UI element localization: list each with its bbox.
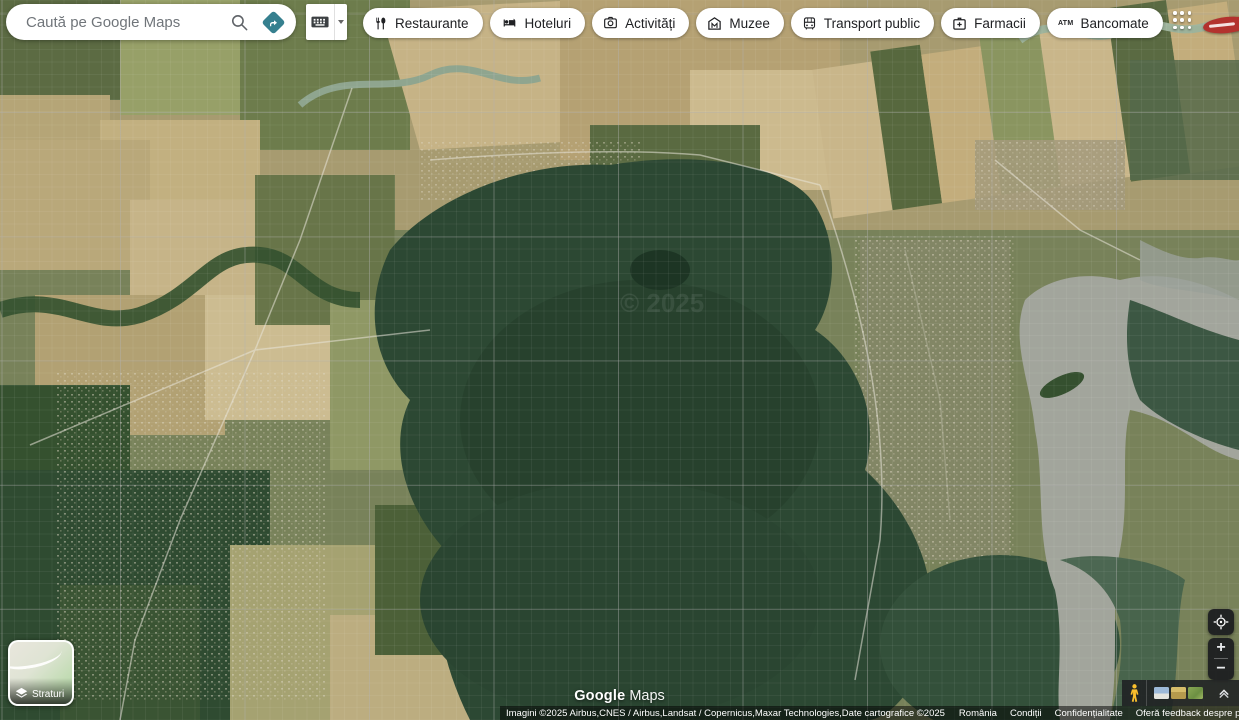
chevron-down-icon bbox=[338, 20, 344, 24]
strip-divider bbox=[1146, 680, 1147, 706]
chip-label: Restaurante bbox=[395, 16, 469, 31]
chip-hotels[interactable]: Hoteluri bbox=[490, 8, 586, 38]
bus-icon bbox=[802, 16, 817, 31]
imagery-thumbnail[interactable] bbox=[1154, 687, 1169, 699]
chip-transit[interactable]: Transport public bbox=[791, 8, 934, 38]
imagery-thumbnail[interactable] bbox=[1171, 687, 1186, 699]
pharmacy-kit-icon bbox=[952, 16, 967, 31]
imagery-strip bbox=[1122, 680, 1239, 706]
zoom-in-button[interactable]: + bbox=[1208, 638, 1234, 658]
chip-label: Activități bbox=[625, 16, 675, 31]
directions-button[interactable] bbox=[259, 8, 287, 36]
chip-pharmacies[interactable]: Farmacii bbox=[941, 8, 1040, 38]
layers-icon bbox=[15, 687, 28, 700]
category-chips: Restaurante Hoteluri Activități Muzee bbox=[363, 8, 1163, 38]
map-canvas[interactable]: © 2025 bbox=[0, 0, 1239, 720]
restaurant-icon bbox=[374, 16, 388, 31]
layers-label-bar: Straturi bbox=[10, 678, 72, 704]
chip-atms[interactable]: ATM Bancomate bbox=[1047, 8, 1163, 38]
keyboard-button[interactable] bbox=[306, 4, 334, 40]
link-terms[interactable]: Condiții bbox=[1010, 708, 1042, 719]
chip-label: Transport public bbox=[824, 16, 920, 31]
museum-icon bbox=[707, 16, 722, 31]
search-box bbox=[6, 4, 296, 40]
chip-restaurants[interactable]: Restaurante bbox=[363, 8, 483, 38]
search-input[interactable] bbox=[26, 14, 225, 31]
imagery-ghost-watermark: © 2025 bbox=[620, 288, 704, 318]
layers-button[interactable]: Straturi bbox=[8, 640, 74, 706]
chevron-up-icon bbox=[1218, 687, 1230, 699]
chip-museums[interactable]: Muzee bbox=[696, 8, 784, 38]
chip-label: Hoteluri bbox=[525, 16, 572, 31]
my-location-icon bbox=[1213, 614, 1229, 630]
zoom-out-button[interactable]: − bbox=[1208, 659, 1234, 679]
my-location-button[interactable] bbox=[1208, 609, 1234, 635]
collapse-button[interactable] bbox=[1218, 687, 1230, 699]
search-icon bbox=[230, 13, 249, 32]
hotel-bed-icon bbox=[501, 16, 518, 30]
link-privacy[interactable]: Confidențialitate bbox=[1055, 708, 1123, 719]
pegman-icon bbox=[1129, 684, 1140, 702]
input-tools-box bbox=[306, 4, 347, 40]
attribution-bar: Imagini ©2025 Airbus,CNES / Airbus,Lands… bbox=[500, 706, 1239, 720]
google-apps-button[interactable] bbox=[1173, 11, 1192, 30]
zoom-control: + − bbox=[1208, 638, 1234, 680]
link-feedback[interactable]: Oferă feedback despre produs bbox=[1136, 708, 1239, 719]
imagery-thumbnails bbox=[1154, 687, 1203, 699]
chip-label: Muzee bbox=[729, 16, 770, 31]
layers-label: Straturi bbox=[32, 689, 64, 700]
imagery-thumbnail[interactable] bbox=[1188, 687, 1203, 699]
google-maps-app: © 2025 bbox=[0, 0, 1239, 720]
chip-label: Farmacii bbox=[974, 16, 1026, 31]
imagery-attribution: Imagini ©2025 Airbus,CNES / Airbus,Lands… bbox=[506, 708, 945, 719]
chip-label: Bancomate bbox=[1080, 16, 1148, 31]
directions-icon bbox=[261, 10, 285, 34]
layers-preview-road bbox=[8, 642, 63, 672]
link-romania[interactable]: România bbox=[959, 708, 997, 719]
atm-icon: ATM bbox=[1058, 20, 1074, 27]
input-tools-dropdown[interactable] bbox=[334, 4, 347, 40]
search-button[interactable] bbox=[225, 8, 253, 36]
keyboard-icon bbox=[311, 16, 329, 28]
chip-activities[interactable]: Activități bbox=[592, 8, 689, 38]
camera-icon bbox=[603, 16, 618, 30]
pegman-button[interactable] bbox=[1122, 680, 1146, 706]
